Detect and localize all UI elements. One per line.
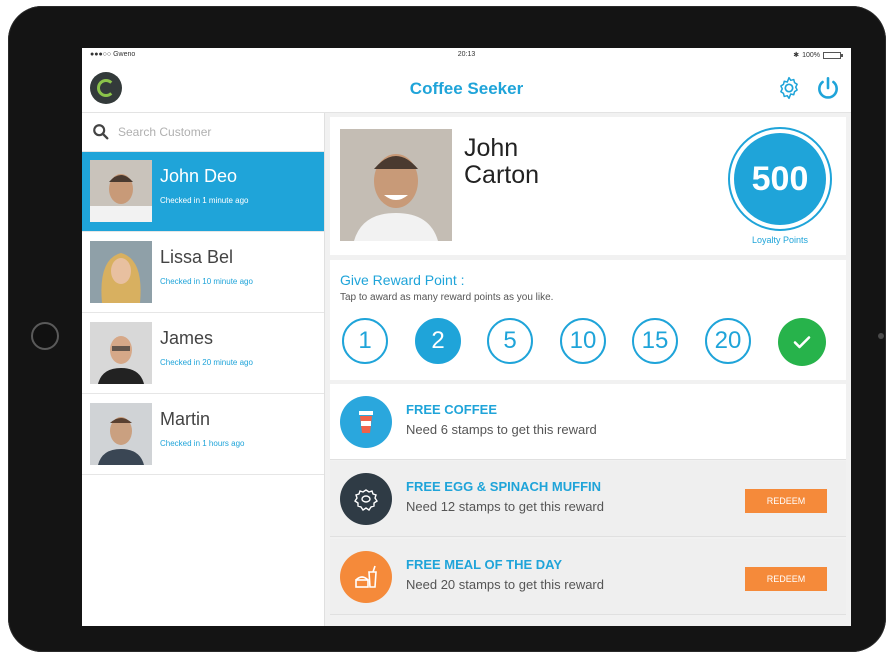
- reward-panel-title: Give Reward Point :: [340, 272, 465, 288]
- page-title: Coffee Seeker: [409, 79, 524, 98]
- search-input[interactable]: [116, 121, 310, 143]
- profile-photo: [340, 129, 452, 241]
- status-right: ✱ 100%: [793, 51, 843, 59]
- customer-name: James: [160, 328, 214, 348]
- checkin-time: Checked in 1 minute ago: [160, 196, 249, 205]
- camera-dot: [878, 333, 884, 339]
- customer-name: Lissa Bel: [160, 247, 234, 267]
- battery-icon: [823, 51, 843, 59]
- profile-name: John Carton: [464, 135, 624, 189]
- app-screen: ●●●○○ Gweno 20:13 ✱ 100% Coffee Seeker S…: [82, 48, 851, 626]
- give-reward-panel: Give Reward Point : Tap to award as many…: [330, 260, 846, 380]
- power-icon[interactable]: [815, 75, 841, 101]
- points-option-2[interactable]: 2: [415, 318, 461, 364]
- profile-last-name: Carton: [464, 161, 540, 189]
- tablet-frame: ●●●○○ Gweno 20:13 ✱ 100% Coffee Seeker S…: [8, 6, 886, 652]
- customer-sidebar: John Deo Checked in 1 minute ago Lissa B…: [82, 113, 325, 626]
- avatar: [90, 322, 152, 384]
- reward-title: FREE COFFEE: [406, 402, 498, 417]
- check-icon: [793, 336, 811, 349]
- status-bar: ●●●○○ Gweno 20:13 ✱ 100%: [82, 48, 851, 64]
- customer-item-james[interactable]: James Checked in 20 minute ago: [82, 314, 324, 394]
- loyalty-points-badge: 500: [728, 127, 832, 231]
- gear-icon[interactable]: [776, 75, 802, 101]
- clock: 20:13: [457, 51, 476, 58]
- avatar: [90, 241, 152, 303]
- search-bar: [82, 113, 324, 152]
- customer-item-martin[interactable]: Martin Checked in 1 hours ago: [82, 395, 324, 475]
- confirm-button[interactable]: [778, 318, 826, 366]
- reward-row-free-muffin: FREE EGG & SPINACH MUFFIN Need 12 stamps…: [330, 461, 846, 537]
- points-option-20[interactable]: 20: [705, 318, 751, 364]
- battery-percent: 100%: [802, 51, 820, 59]
- reward-subtitle: Need 20 stamps to get this reward: [406, 577, 604, 592]
- reward-panel-subtitle: Tap to award as many reward points as yo…: [340, 292, 554, 303]
- reward-title: FREE MEAL OF THE DAY: [406, 557, 563, 572]
- avatar: [90, 160, 152, 222]
- customer-name: John Deo: [160, 166, 238, 186]
- checkin-time: Checked in 1 hours ago: [160, 439, 245, 448]
- profile-first-name: John: [464, 134, 519, 162]
- customer-item-lissa-bel[interactable]: Lissa Bel Checked in 10 minute ago: [82, 233, 324, 313]
- reward-subtitle: Need 6 stamps to get this reward: [406, 422, 597, 437]
- redeem-button[interactable]: REDEEM: [745, 489, 827, 513]
- customer-name: Martin: [160, 409, 211, 429]
- search-icon: [93, 124, 109, 140]
- reward-subtitle: Need 12 stamps to get this reward: [406, 499, 604, 514]
- customer-profile-card: John Carton 500 Loyalty Points: [330, 117, 846, 255]
- checkin-time: Checked in 10 minute ago: [160, 277, 253, 286]
- avatar: [90, 403, 152, 465]
- points-option-10[interactable]: 10: [560, 318, 606, 364]
- reward-row-free-coffee: FREE COFFEE Need 6 stamps to get this re…: [330, 384, 846, 460]
- bluetooth-icon: ✱: [793, 52, 800, 59]
- home-button[interactable]: [31, 322, 59, 350]
- points-option-15[interactable]: 15: [632, 318, 678, 364]
- checkin-time: Checked in 20 minute ago: [160, 358, 253, 367]
- reward-title: FREE EGG & SPINACH MUFFIN: [406, 479, 602, 494]
- customer-item-john-deo[interactable]: John Deo Checked in 1 minute ago: [82, 152, 324, 232]
- reward-row-free-meal: FREE MEAL OF THE DAY Need 20 stamps to g…: [330, 539, 846, 615]
- redeem-button[interactable]: REDEEM: [745, 567, 827, 591]
- muffin-icon: [340, 473, 392, 525]
- points-option-1[interactable]: 1: [342, 318, 388, 364]
- meal-icon: [340, 551, 392, 603]
- loyalty-points-value: 500: [734, 133, 826, 225]
- nav-bar: Coffee Seeker: [82, 64, 851, 113]
- points-option-5[interactable]: 5: [487, 318, 533, 364]
- loyalty-points-label: Loyalty Points: [751, 235, 809, 245]
- coffee-cup-icon: [340, 396, 392, 448]
